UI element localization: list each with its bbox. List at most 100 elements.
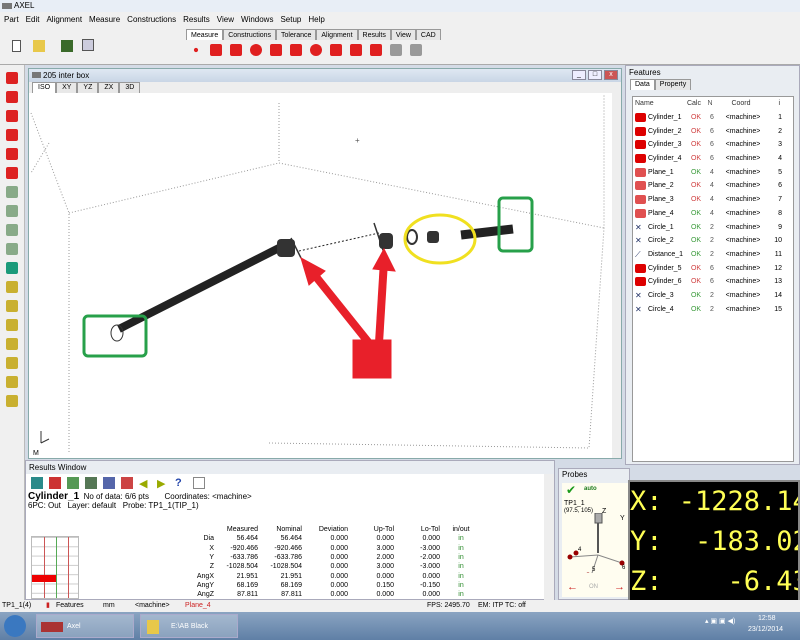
feature-row[interactable]: Plane_4 OK 4 <machine> 8 — [633, 207, 793, 221]
cylinder-5[interactable] — [427, 231, 439, 243]
line-icon[interactable] — [210, 44, 222, 56]
arrow-left-icon[interactable]: ← — [567, 581, 578, 593]
rotate-icon[interactable] — [6, 148, 18, 160]
new-file-icon[interactable] — [12, 40, 21, 52]
open-folder-icon[interactable] — [33, 40, 45, 52]
features-tab-data[interactable]: Data — [630, 79, 655, 90]
zoom-all-icon[interactable] — [6, 376, 18, 388]
menu-part[interactable]: Part — [4, 12, 19, 27]
sphere-view-icon[interactable] — [6, 91, 18, 103]
tab-tolerance[interactable]: Tolerance — [276, 29, 317, 40]
help-icon[interactable]: ? — [175, 477, 187, 489]
zoom-window-icon[interactable] — [6, 300, 18, 312]
zoom-in-icon[interactable] — [6, 319, 18, 331]
clock-date[interactable]: 23/12/2014 — [748, 626, 783, 633]
menu-windows[interactable]: Windows — [241, 12, 273, 27]
view-scrollbar[interactable] — [612, 93, 621, 458]
clock-time[interactable]: 12:58 — [758, 615, 776, 622]
plane-icon[interactable] — [290, 44, 302, 56]
window-icon[interactable] — [193, 477, 205, 489]
maximize-button[interactable]: □ — [588, 70, 602, 80]
menu-edit[interactable]: Edit — [26, 12, 40, 27]
3d-view-window[interactable]: 205 inter box _ □ x ISO XY YZ ZX 3D + M — [28, 68, 622, 459]
torus-icon[interactable] — [350, 44, 362, 56]
view-red-icon[interactable] — [6, 72, 18, 84]
circle-1[interactable] — [110, 324, 124, 342]
start-button[interactable] — [4, 615, 26, 637]
export-icon[interactable] — [121, 477, 133, 489]
feature-row[interactable]: Plane_1 OK 4 <machine> 5 — [633, 165, 793, 179]
column-header[interactable]: N — [704, 100, 716, 107]
column-header[interactable]: Coord — [716, 100, 766, 107]
view-tab-iso[interactable]: ISO — [32, 82, 57, 93]
feature-row[interactable]: Cylinder_3 OK 6 <machine> 3 — [633, 138, 793, 152]
view-tab-zx[interactable]: ZX — [98, 82, 120, 93]
save-icon[interactable] — [61, 40, 73, 52]
arrow-right-icon[interactable]: → — [614, 581, 625, 593]
tab-view[interactable]: View — [390, 29, 416, 40]
feature-row[interactable]: Cylinder_1 OK 6 <machine> 1 — [633, 111, 793, 125]
globe-icon[interactable] — [6, 262, 18, 274]
previous-icon[interactable]: ◀ — [139, 477, 151, 490]
play-icon[interactable] — [6, 110, 18, 122]
tab-alignment[interactable]: Alignment — [316, 29, 358, 40]
cylinder-icon[interactable] — [330, 44, 342, 56]
feature-row[interactable]: ✕ Circle_4 OK 2 <machine> 15 — [633, 302, 793, 316]
align-icon[interactable] — [6, 205, 18, 217]
circle-icon[interactable] — [250, 44, 262, 56]
export-icon[interactable] — [6, 129, 18, 141]
cone-icon[interactable] — [230, 44, 242, 56]
feature-row[interactable]: ⟋ Distance_1 OK 2 <machine> 11 — [633, 248, 793, 262]
print-icon[interactable] — [82, 39, 94, 51]
zoom-out-icon[interactable] — [6, 357, 18, 369]
tray-icons[interactable]: ▴ ▣ ▣ ◀) — [705, 617, 735, 625]
probe-config-icon[interactable] — [6, 186, 18, 198]
arc-icon[interactable] — [270, 44, 282, 56]
on-button[interactable]: ON — [589, 584, 598, 590]
sphere-icon[interactable] — [310, 44, 322, 56]
taskbar-explorer[interactable]: E:\AB Black — [140, 614, 238, 638]
taskbar-axel[interactable]: Axel — [36, 614, 134, 638]
circle-3[interactable] — [406, 229, 418, 245]
feature-row[interactable]: Cylinder_6 OK 6 <machine> 13 — [633, 275, 793, 289]
tab-constructions[interactable]: Constructions — [223, 29, 277, 40]
probe-icon[interactable] — [390, 44, 402, 56]
minimize-button[interactable]: _ — [572, 70, 586, 80]
edit-icon[interactable] — [49, 477, 61, 489]
freeform-icon[interactable] — [370, 44, 382, 56]
distance-1[interactable] — [298, 232, 380, 252]
feature-row[interactable]: ✕ Circle_1 OK 2 <machine> 9 — [633, 220, 793, 234]
feature-row[interactable]: Cylinder_2 OK 6 <machine> 2 — [633, 124, 793, 138]
menu-setup[interactable]: Setup — [280, 12, 301, 27]
feature-row[interactable]: Cylinder_5 OK 6 <machine> 12 — [633, 261, 793, 275]
menu-alignment[interactable]: Alignment — [46, 12, 82, 27]
report-list-icon[interactable] — [85, 477, 97, 489]
zoom-extents-icon[interactable] — [6, 338, 18, 350]
feature-row[interactable]: Cylinder_4 OK 6 <machine> 4 — [633, 152, 793, 166]
tab-cad[interactable]: CAD — [415, 29, 441, 40]
feature-row[interactable]: Plane_2 OK 4 <machine> 6 — [633, 179, 793, 193]
grid-icon[interactable] — [6, 243, 18, 255]
feature-row[interactable]: ✕ Circle_3 OK 2 <machine> 14 — [633, 289, 793, 303]
pan-icon[interactable] — [6, 395, 18, 407]
next-icon[interactable]: ▶ — [157, 477, 169, 490]
feature-row[interactable]: Plane_3 OK 4 <machine> 7 — [633, 193, 793, 207]
column-header[interactable]: Calc — [684, 100, 704, 107]
view-tab-yz[interactable]: YZ — [77, 82, 99, 93]
check-icon[interactable]: ✔ — [566, 483, 576, 497]
close-button[interactable]: x — [604, 70, 618, 80]
menu-constructions[interactable]: Constructions — [127, 12, 176, 27]
align2-icon[interactable] — [6, 224, 18, 236]
menu-results[interactable]: Results — [183, 12, 210, 27]
delete-icon[interactable] — [6, 167, 18, 179]
table-icon[interactable] — [103, 477, 115, 489]
menu-view[interactable]: View — [217, 12, 234, 27]
cylinder-6[interactable] — [460, 224, 514, 240]
menu-measure[interactable]: Measure — [89, 12, 120, 27]
point-icon[interactable] — [193, 47, 199, 53]
view-tab-3d[interactable]: 3D — [119, 82, 141, 93]
zoom-icon[interactable] — [6, 281, 18, 293]
feature-row[interactable]: ✕ Circle_2 OK 2 <machine> 10 — [633, 234, 793, 248]
results-scrollbar[interactable] — [544, 474, 554, 600]
view-tab-xy[interactable]: XY — [56, 82, 78, 93]
